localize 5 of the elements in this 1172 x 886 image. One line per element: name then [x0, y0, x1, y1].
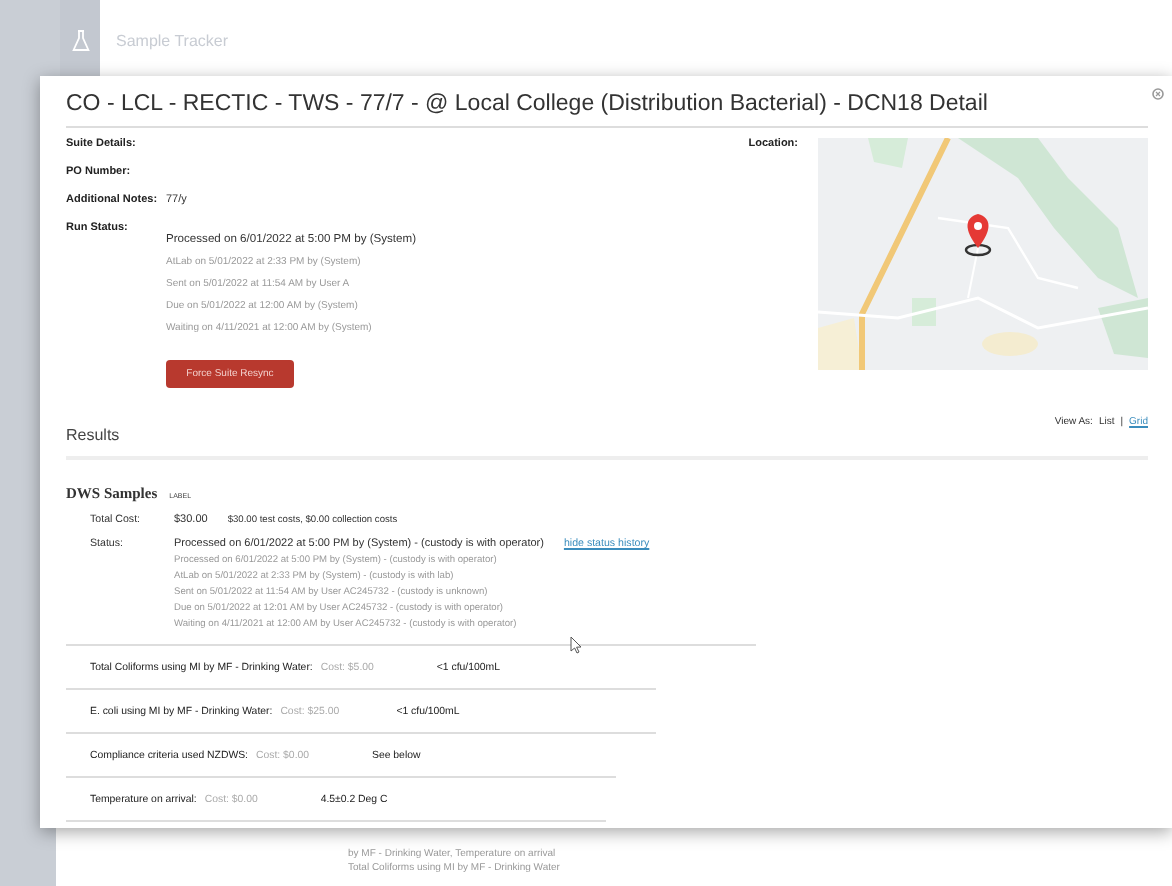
close-icon[interactable] [1152, 88, 1164, 100]
cursor-icon [570, 636, 582, 654]
dialog-title: CO - LCL - RECTIC - TWS - 77/7 - @ Local College (Distribution Bacterial) - DCN18 Detail [66, 92, 988, 116]
flask-icon [71, 29, 89, 51]
section-title: Results [66, 426, 120, 444]
